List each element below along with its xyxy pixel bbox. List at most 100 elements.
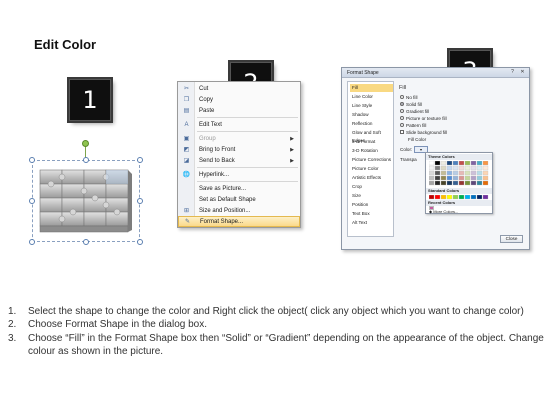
resize-handle-tl[interactable] <box>29 157 35 163</box>
dialog-titlebar: Format Shape ? ✕ <box>342 68 529 78</box>
resize-handle-t[interactable] <box>83 157 89 163</box>
rotation-handle[interactable] <box>82 140 89 147</box>
dialog-nav: Fill Line Color Line Style Shadow Reflec… <box>347 81 394 237</box>
instruction-text: Choose “Fill” in the Format Shape box th… <box>28 332 544 358</box>
instruction-item: 3. Choose “Fill” in the Format Shape box… <box>8 332 553 359</box>
menu-item-paste[interactable]: ▤ Paste <box>178 105 300 116</box>
nav-item-3d-format[interactable]: 3-D Format <box>350 138 393 146</box>
standard-colors-heading: Standard Colors <box>426 188 492 194</box>
menu-item-hyperlink[interactable]: 🌐 Hyperlink... <box>178 169 300 180</box>
menu-item-label: Copy <box>199 96 214 103</box>
nav-item-line-style[interactable]: Line Style <box>350 102 393 110</box>
nav-item-picture-color[interactable]: Picture Color <box>350 165 393 173</box>
nav-item-artistic-effects[interactable]: Artistic Effects <box>350 174 393 182</box>
menu-item-bring-to-front[interactable]: ◩ Bring to Front ▶ <box>178 144 300 155</box>
nav-item-reflection[interactable]: Reflection <box>350 120 393 128</box>
help-icon[interactable]: ? <box>508 69 517 76</box>
dialog-title: Format Shape <box>347 70 379 76</box>
option-no-fill[interactable]: No fill <box>400 94 418 100</box>
group-icon: ▣ <box>183 136 190 142</box>
menu-item-set-default-shape[interactable]: Set as Default Shape <box>178 194 300 205</box>
option-solid-fill[interactable]: Solid fill <box>400 101 422 107</box>
menu-item-label: Group <box>199 135 216 142</box>
option-pattern-fill[interactable]: Pattern fill <box>400 122 426 128</box>
menu-item-cut[interactable]: ✂ Cut <box>178 83 300 94</box>
puzzle-graphic <box>39 169 132 233</box>
instruction-number: 1. <box>8 306 17 317</box>
nav-item-line-color[interactable]: Line Color <box>350 93 393 101</box>
submenu-arrow-icon: ▶ <box>290 135 294 142</box>
instruction-item: 2. Choose Format Shape in the dialog box… <box>8 318 553 331</box>
menu-item-label: Size and Position... <box>199 207 251 214</box>
option-picture-fill[interactable]: Picture or texture fill <box>400 115 447 121</box>
recent-colors-heading: Recent Colors <box>426 200 492 206</box>
instruction-number: 3. <box>8 332 17 344</box>
menu-item-format-shape[interactable]: ✎ Format Shape... <box>178 216 300 227</box>
nav-item-shadow[interactable]: Shadow <box>350 111 393 119</box>
menu-item-copy[interactable]: ❐ Copy <box>178 94 300 105</box>
palette-icon: ◆ <box>429 209 433 214</box>
theme-color-swatches[interactable] <box>429 161 491 187</box>
option-slide-bg-fill[interactable]: Slide background fill <box>400 129 447 135</box>
resize-handle-l[interactable] <box>29 198 35 204</box>
copy-icon: ❐ <box>183 97 190 103</box>
resize-handle-bl[interactable] <box>29 239 35 245</box>
context-menu: ✂ Cut ❐ Copy ▤ Paste A Edit Text ▣ Group… <box>177 81 301 228</box>
color-palette: Theme Colors Standard Colors Recent Colo… <box>425 152 493 214</box>
instruction-text: Select the shape to change the color and… <box>28 306 524 317</box>
size-icon: ⊞ <box>183 208 190 214</box>
instruction-number: 2. <box>8 319 17 331</box>
format-shape-icon: ✎ <box>184 219 191 225</box>
nav-item-picture-corrections[interactable]: Picture Corrections <box>350 156 393 164</box>
resize-handle-tr[interactable] <box>137 157 143 163</box>
menu-item-label: Format Shape... <box>200 218 244 225</box>
resize-handle-b[interactable] <box>83 239 89 245</box>
nav-item-alt-text[interactable]: Alt Text <box>350 219 393 227</box>
nav-item-3d-rotation[interactable]: 3-D Rotation <box>350 147 393 155</box>
nav-item-fill[interactable]: Fill <box>350 84 393 92</box>
section-heading: Fill <box>399 85 407 91</box>
nav-item-position[interactable]: Position <box>350 201 393 209</box>
submenu-arrow-icon: ▶ <box>290 146 294 153</box>
menu-item-size-position[interactable]: ⊞ Size and Position... <box>178 205 300 216</box>
transparency-label: Transpa <box>400 157 417 162</box>
scissors-icon: ✂ <box>183 86 190 92</box>
close-button[interactable]: Close <box>500 235 523 243</box>
menu-item-save-as-picture[interactable]: Save as Picture... <box>178 183 300 194</box>
more-colors-link[interactable]: ◆ More Colors... <box>429 210 458 214</box>
menu-item-label: Send to Back <box>199 157 235 164</box>
menu-item-send-to-back[interactable]: ◪ Send to Back ▶ <box>178 155 300 166</box>
fill-color-label: Fill Color <box>408 137 427 142</box>
instruction-item: 1. Select the shape to change the color … <box>8 305 553 318</box>
format-shape-dialog: Format Shape ? ✕ Fill Line Color Line St… <box>341 67 530 250</box>
nav-item-text-box[interactable]: Text Box <box>350 210 393 218</box>
color-label: Color: <box>400 147 413 152</box>
resize-handle-r[interactable] <box>137 198 143 204</box>
paste-icon: ▤ <box>183 108 190 114</box>
step-1-badge: 1 <box>69 79 111 121</box>
menu-separator <box>197 167 298 168</box>
option-gradient-fill[interactable]: Gradient fill <box>400 108 429 114</box>
menu-item-label: Save as Picture... <box>199 185 247 192</box>
bring-front-icon: ◩ <box>183 147 190 153</box>
menu-separator <box>197 181 298 182</box>
menu-item-label: Bring to Front <box>199 146 236 153</box>
menu-item-label: Paste <box>199 107 215 114</box>
theme-colors-heading: Theme Colors <box>426 154 492 160</box>
close-icon[interactable]: ✕ <box>518 69 527 76</box>
nav-item-glow[interactable]: Glow and Soft Edges <box>350 129 393 143</box>
instruction-text: Choose Format Shape in the dialog box. <box>28 319 207 331</box>
menu-item-group[interactable]: ▣ Group ▶ <box>178 133 300 144</box>
menu-separator <box>197 131 298 132</box>
nav-item-size[interactable]: Size <box>350 192 393 200</box>
slide-title: Edit Color <box>34 37 97 52</box>
nav-item-crop[interactable]: Crop <box>350 183 393 191</box>
menu-item-label: Edit Text <box>199 121 222 128</box>
resize-handle-br[interactable] <box>137 239 143 245</box>
menu-item-edit-text[interactable]: A Edit Text <box>178 119 300 130</box>
edit-text-icon: A <box>184 121 189 128</box>
hyperlink-icon: 🌐 <box>182 172 191 178</box>
menu-item-label: Hyperlink... <box>199 171 230 178</box>
selected-shape[interactable] <box>28 140 144 245</box>
instructions-list: 1. Select the shape to change the color … <box>8 305 553 359</box>
